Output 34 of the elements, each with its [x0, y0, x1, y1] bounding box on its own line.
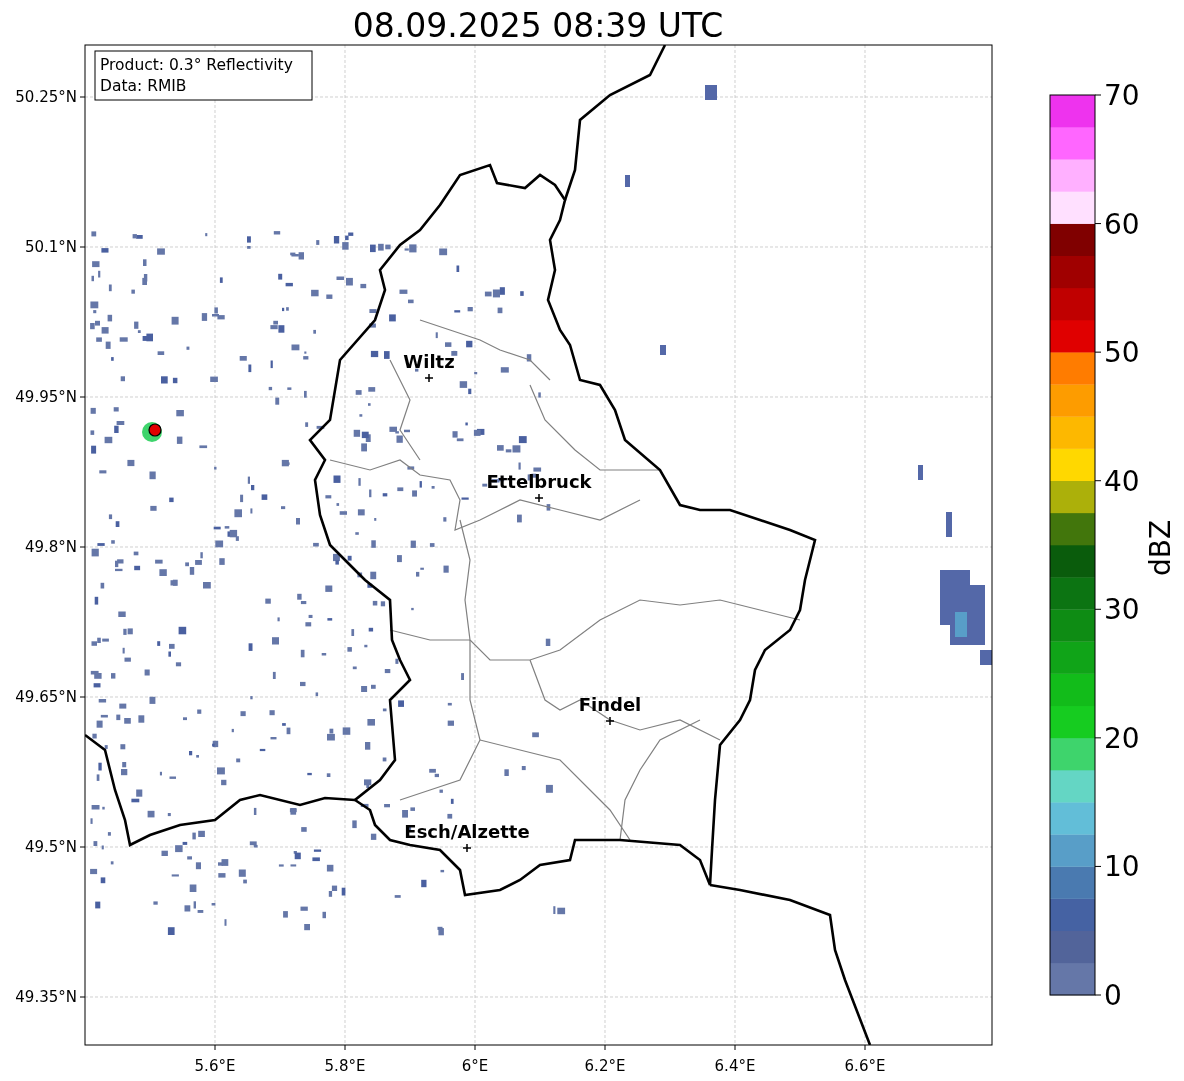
city-label: Findel [578, 694, 642, 715]
city-marker-icon [462, 843, 472, 853]
legend-text: Product: 0.3° Reflectivity [100, 56, 293, 74]
colorbar-tick-label: 70 [1104, 79, 1140, 112]
colorbar-tick-label: 10 [1104, 850, 1140, 884]
city-label: Esch/Alzette [404, 821, 530, 842]
chart-title: 08.09.2025 08:39 UTC [352, 6, 724, 45]
longitude-label: 6.6°E [844, 1057, 886, 1075]
latitude-label: 49.5°N [24, 838, 77, 856]
longitude-label: 5.6°E [194, 1057, 236, 1075]
latitude-label: 50.1°N [24, 238, 77, 256]
longitude-label: 6.4°E [714, 1057, 756, 1075]
latitude-label: 49.95°N [15, 388, 77, 406]
colorbar-tick-label: 40 [1104, 464, 1140, 498]
city-label: Wiltz [403, 351, 455, 372]
city-marker-icon [605, 716, 615, 726]
longitude-label: 6°E [461, 1057, 489, 1075]
radar-site-icon [142, 422, 162, 442]
colorbar-tick-label: 20 [1104, 721, 1140, 755]
city-marker-icon [534, 493, 544, 503]
longitude-label: 6.2°E [584, 1057, 626, 1075]
latitude-label: 49.8°N [24, 538, 77, 556]
legend-text: Data: RMIB [100, 77, 187, 95]
latitude-label: 50.25°N [15, 88, 77, 106]
colorbar-tick-label: 50 [1104, 336, 1140, 370]
city-marker-icon [424, 373, 434, 383]
colorbar-tick-label: 30 [1104, 593, 1140, 627]
latitude-label: 49.65°N [15, 688, 77, 706]
latitude-label: 49.35°N [15, 988, 77, 1006]
longitude-label: 5.8°E [324, 1057, 366, 1075]
colorbar-tick-label: 0 [1104, 979, 1122, 1012]
colorbar-tick-label: 60 [1104, 207, 1140, 241]
colorbar-label: dBZ [1144, 519, 1177, 577]
city-label: Ettelbruck [486, 471, 592, 492]
